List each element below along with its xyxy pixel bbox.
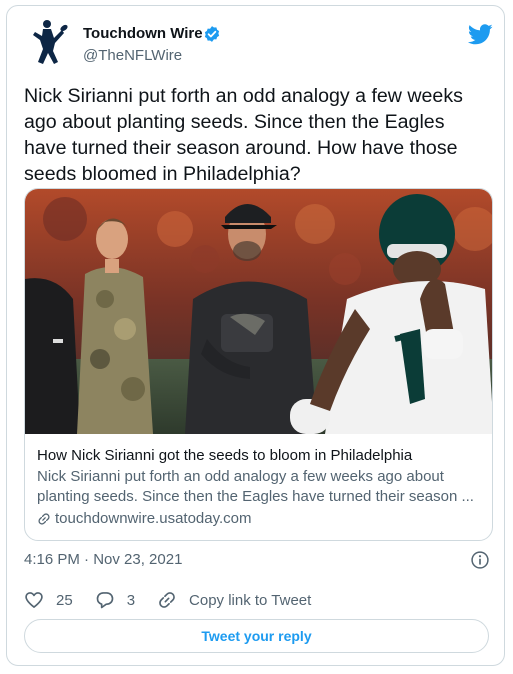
- reply-count: 3: [126, 591, 136, 609]
- link-card-description: planting seeds. Since then the Eagles ha…: [37, 488, 474, 505]
- tweet-text-line: have turned their season around. How hav…: [24, 137, 458, 159]
- like-action[interactable]: 25: [24, 590, 73, 610]
- tweet-your-reply-button[interactable]: Tweet your reply: [24, 619, 489, 653]
- tweet-embed-card: Touchdown Wire @TheNFLWire Nick Sirianni…: [6, 5, 505, 666]
- author-handle[interactable]: @TheNFLWire: [83, 47, 182, 64]
- info-icon[interactable]: [470, 550, 490, 570]
- link-domain-text: touchdownwire.usatoday.com: [55, 510, 252, 527]
- link-icon: [38, 513, 50, 525]
- article-photo: [25, 189, 492, 434]
- copy-link-label: Copy link to Tweet: [189, 591, 312, 609]
- logo-avatar-icon[interactable]: [24, 18, 72, 66]
- tweet-text: Nick Sirianni put forth an odd analogy a…: [24, 83, 494, 187]
- reply-action[interactable]: 3: [95, 590, 135, 610]
- link-card-domain[interactable]: touchdownwire.usatoday.com: [37, 509, 482, 529]
- reply-bubble-icon: [96, 592, 114, 609]
- heart-icon: [25, 592, 43, 608]
- link-preview-card[interactable]: How Nick Sirianni got the seeds to bloom…: [24, 188, 493, 541]
- tweet-timestamp[interactable]: 4:16 PM · Nov 23, 2021: [24, 551, 182, 568]
- twitter-bird-icon[interactable]: [467, 24, 493, 45]
- tweet-text-line: seeds bloomed in Philadelphia?: [24, 163, 301, 185]
- author-name[interactable]: Touchdown Wire: [83, 25, 203, 42]
- copy-link-icon: [159, 592, 175, 608]
- tweet-actions: 25 3 Copy link to Tweet: [24, 589, 333, 611]
- verified-badge-icon: [203, 25, 221, 43]
- link-card-description: Nick Sirianni put forth an odd analogy a…: [37, 468, 444, 485]
- tweet-text-line: Nick Sirianni put forth an odd analogy a…: [24, 85, 463, 107]
- like-count: 25: [56, 591, 73, 609]
- link-card-title[interactable]: How Nick Sirianni got the seeds to bloom…: [37, 446, 482, 466]
- copy-link-action[interactable]: Copy link to Tweet: [157, 590, 311, 610]
- tweet-text-line: ago about planting seeds. Since then the…: [24, 111, 445, 133]
- link-card-meta: How Nick Sirianni got the seeds to bloom…: [37, 446, 482, 529]
